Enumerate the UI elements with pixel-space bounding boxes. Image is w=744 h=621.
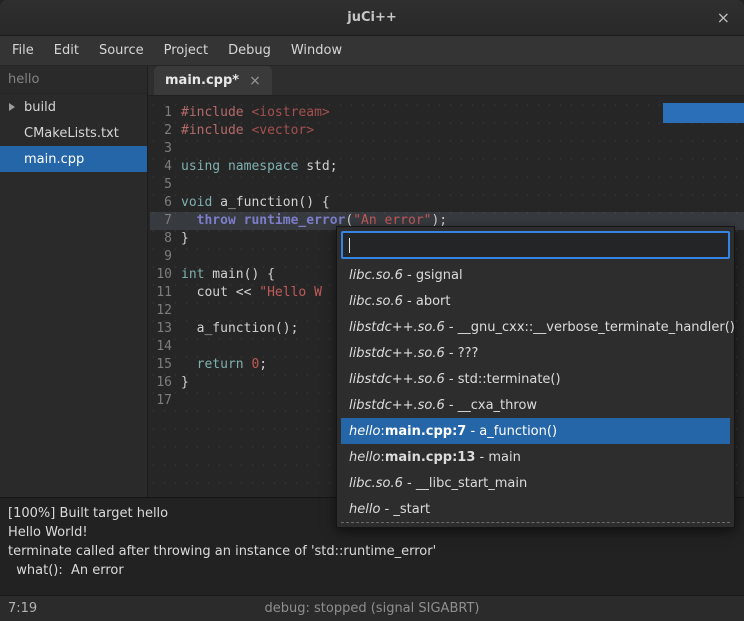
window-title: juCi++ — [347, 10, 397, 25]
output-line: what(): An error — [8, 561, 736, 580]
line-number: 9 — [150, 248, 172, 266]
menu-item-edit[interactable]: Edit — [44, 36, 89, 65]
menu-item-file[interactable]: File — [2, 36, 44, 65]
output-line: terminate called after throwing an insta… — [8, 542, 736, 561]
sidebar-item-cmakelists-txt[interactable]: CMakeLists.txt — [0, 120, 147, 146]
chevron-right-icon[interactable] — [9, 103, 15, 111]
line-number: 1 — [150, 104, 172, 122]
code-text: } — [172, 230, 189, 248]
code-text: using namespace std; — [172, 158, 338, 176]
status-message: debug: stopped (signal SIGABRT) — [0, 601, 744, 616]
scrollbar-thumb[interactable] — [663, 103, 744, 123]
statusbar: debug: stopped (signal SIGABRT) 7:19 — [0, 595, 744, 621]
backtrace-item[interactable]: hello:main.cpp:13 - main — [341, 444, 730, 470]
sidebar-item-main-cpp[interactable]: main.cpp — [0, 146, 147, 172]
code-text — [172, 302, 181, 320]
code-line[interactable]: 3 — [150, 140, 744, 158]
code-text: } — [172, 374, 189, 392]
backtrace-item[interactable]: libstdc++.so.6 - __cxa_throw — [341, 392, 730, 418]
line-number: 4 — [150, 158, 172, 176]
code-text: return 0; — [172, 356, 267, 374]
backtrace-item[interactable]: libstdc++.so.6 - __gnu_cxx::__verbose_te… — [341, 314, 730, 340]
code-text: void a_function() { — [172, 194, 330, 212]
line-number: 5 — [150, 176, 172, 194]
code-text — [172, 248, 181, 266]
menu-item-source[interactable]: Source — [89, 36, 154, 65]
backtrace-popup: libc.so.6 - gsignallibc.so.6 - abortlibs… — [336, 226, 735, 528]
backtrace-item[interactable]: libc.so.6 - __libc_start_main — [341, 470, 730, 496]
line-number: 15 — [150, 356, 172, 374]
code-line[interactable]: 2#include <vector> — [150, 122, 744, 140]
file-label: main.cpp — [24, 152, 84, 167]
titlebar: juCi++ × — [0, 0, 744, 36]
line-number: 3 — [150, 140, 172, 158]
backtrace-item[interactable]: libc.so.6 - abort — [341, 288, 730, 314]
line-number: 2 — [150, 122, 172, 140]
line-number: 17 — [150, 392, 172, 410]
line-number: 10 — [150, 266, 172, 284]
line-number: 7 — [150, 212, 172, 230]
tab-close-icon[interactable]: × — [249, 73, 261, 89]
tabbar: main.cpp* × — [148, 66, 744, 96]
line-number: 16 — [150, 374, 172, 392]
backtrace-item[interactable]: libstdc++.so.6 - std::terminate() — [341, 366, 730, 392]
backtrace-list: libc.so.6 - gsignallibc.so.6 - abortlibs… — [341, 262, 730, 523]
line-number: 6 — [150, 194, 172, 212]
code-text — [172, 392, 181, 410]
app-window: juCi++ × FileEditSourceProjectDebugWindo… — [0, 0, 744, 621]
sidebar-item-build[interactable]: build — [0, 94, 147, 120]
line-number: 13 — [150, 320, 172, 338]
backtrace-item[interactable]: hello - _start — [341, 496, 730, 522]
line-number: 11 — [150, 284, 172, 302]
menu-item-window[interactable]: Window — [281, 36, 352, 65]
code-text: cout << "Hello W — [172, 284, 322, 302]
tab-label: main.cpp* — [165, 73, 239, 88]
code-text: int main() { — [172, 266, 275, 284]
file-label: build — [24, 100, 56, 115]
code-text — [172, 338, 181, 356]
code-text — [172, 140, 181, 158]
menu-item-debug[interactable]: Debug — [218, 36, 281, 65]
text-caret — [349, 238, 350, 253]
code-line[interactable]: 5 — [150, 176, 744, 194]
tab-main-cpp[interactable]: main.cpp* × — [154, 66, 272, 95]
line-number: 14 — [150, 338, 172, 356]
code-line[interactable]: 6void a_function() { — [150, 194, 744, 212]
popup-search-input[interactable] — [341, 231, 730, 259]
sidebar: hello build CMakeLists.txt main.cpp — [0, 66, 148, 497]
line-number: 8 — [150, 230, 172, 248]
menu-item-project[interactable]: Project — [154, 36, 218, 65]
code-text — [172, 176, 181, 194]
line-number: 12 — [150, 302, 172, 320]
code-line[interactable]: 1#include <iostream> — [150, 104, 744, 122]
file-label: CMakeLists.txt — [24, 126, 119, 141]
project-header: hello — [0, 66, 147, 94]
cursor-position: 7:19 — [8, 601, 37, 616]
backtrace-item[interactable]: libstdc++.so.6 - ??? — [341, 340, 730, 366]
code-text: #include <vector> — [172, 122, 314, 140]
code-text: a_function(); — [172, 320, 298, 338]
backtrace-item[interactable]: hello:main.cpp:7 - a_function() — [341, 418, 730, 444]
backtrace-item[interactable]: libc.so.6 - gsignal — [341, 262, 730, 288]
menubar: FileEditSourceProjectDebugWindow — [0, 36, 744, 66]
code-text: #include <iostream> — [172, 104, 330, 122]
file-tree: build CMakeLists.txt main.cpp — [0, 94, 147, 172]
code-line[interactable]: 4using namespace std; — [150, 158, 744, 176]
close-icon[interactable]: × — [717, 0, 730, 35]
